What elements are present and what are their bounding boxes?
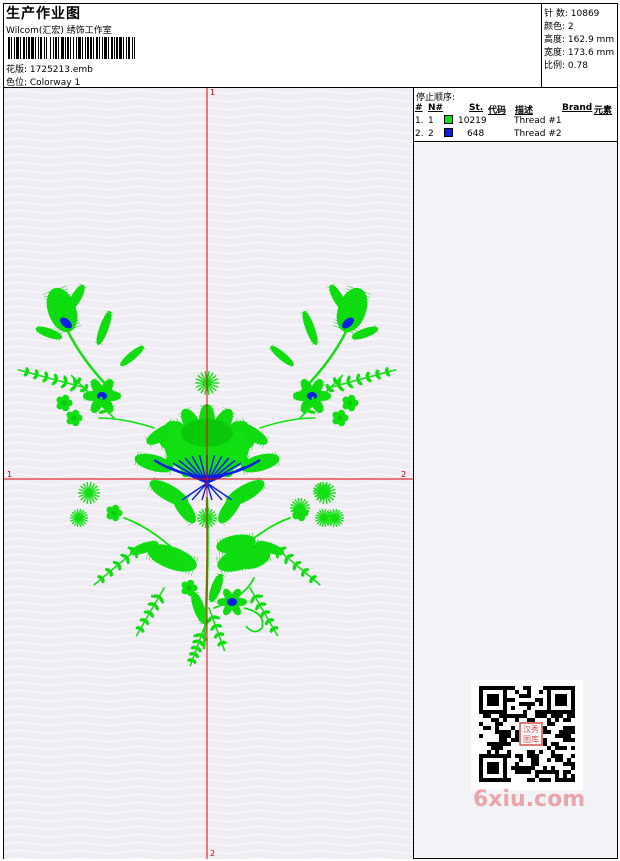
qr-code: 汉秀图库 — [471, 680, 583, 790]
legend-header-hash: # — [415, 103, 423, 113]
axis-label-right: 2 — [401, 470, 407, 479]
legend-header-st: St. — [469, 103, 484, 113]
stat-height: 高度: 162.9 mm — [544, 35, 615, 45]
embroidery-preview — [4, 88, 413, 859]
stats-divider — [541, 3, 542, 87]
legend-header-brand: Brand — [562, 103, 593, 113]
stat-stitches: 针 数: 10869 — [544, 9, 600, 19]
color-swatch — [444, 115, 453, 124]
color-swatch — [444, 128, 453, 137]
legend-title: 停止顺序: — [416, 93, 456, 103]
page-title: 生产作业图 — [6, 6, 81, 22]
legend-header-code: 代码 — [488, 106, 507, 116]
legend-header-desc: 描述 — [515, 106, 534, 116]
stat-colors: 颜色: 2 — [544, 22, 574, 32]
axis-label-left: 1 — [7, 470, 13, 479]
barcode — [8, 37, 135, 59]
company-name: Wilcom(汇宏) 绣饰工作室 — [6, 26, 112, 36]
watermark: 6xiu.com — [473, 787, 586, 812]
colorway: 色位: Colorway 1 — [6, 78, 81, 88]
axis-label-top: 1 — [210, 88, 216, 97]
svg-text:汉秀: 汉秀 — [523, 724, 539, 734]
legend-header-element: 元素 — [594, 106, 613, 116]
design-canvas — [4, 88, 413, 859]
stat-width: 宽度: 173.6 mm — [544, 48, 615, 58]
design-file: 花版: 1725213.emb — [6, 65, 93, 75]
axis-label-bottom: 2 — [210, 849, 216, 858]
svg-text:图库: 图库 — [523, 734, 539, 744]
legend-header-no: N# — [428, 103, 444, 113]
stat-scale: 比例: 0.78 — [544, 61, 588, 71]
